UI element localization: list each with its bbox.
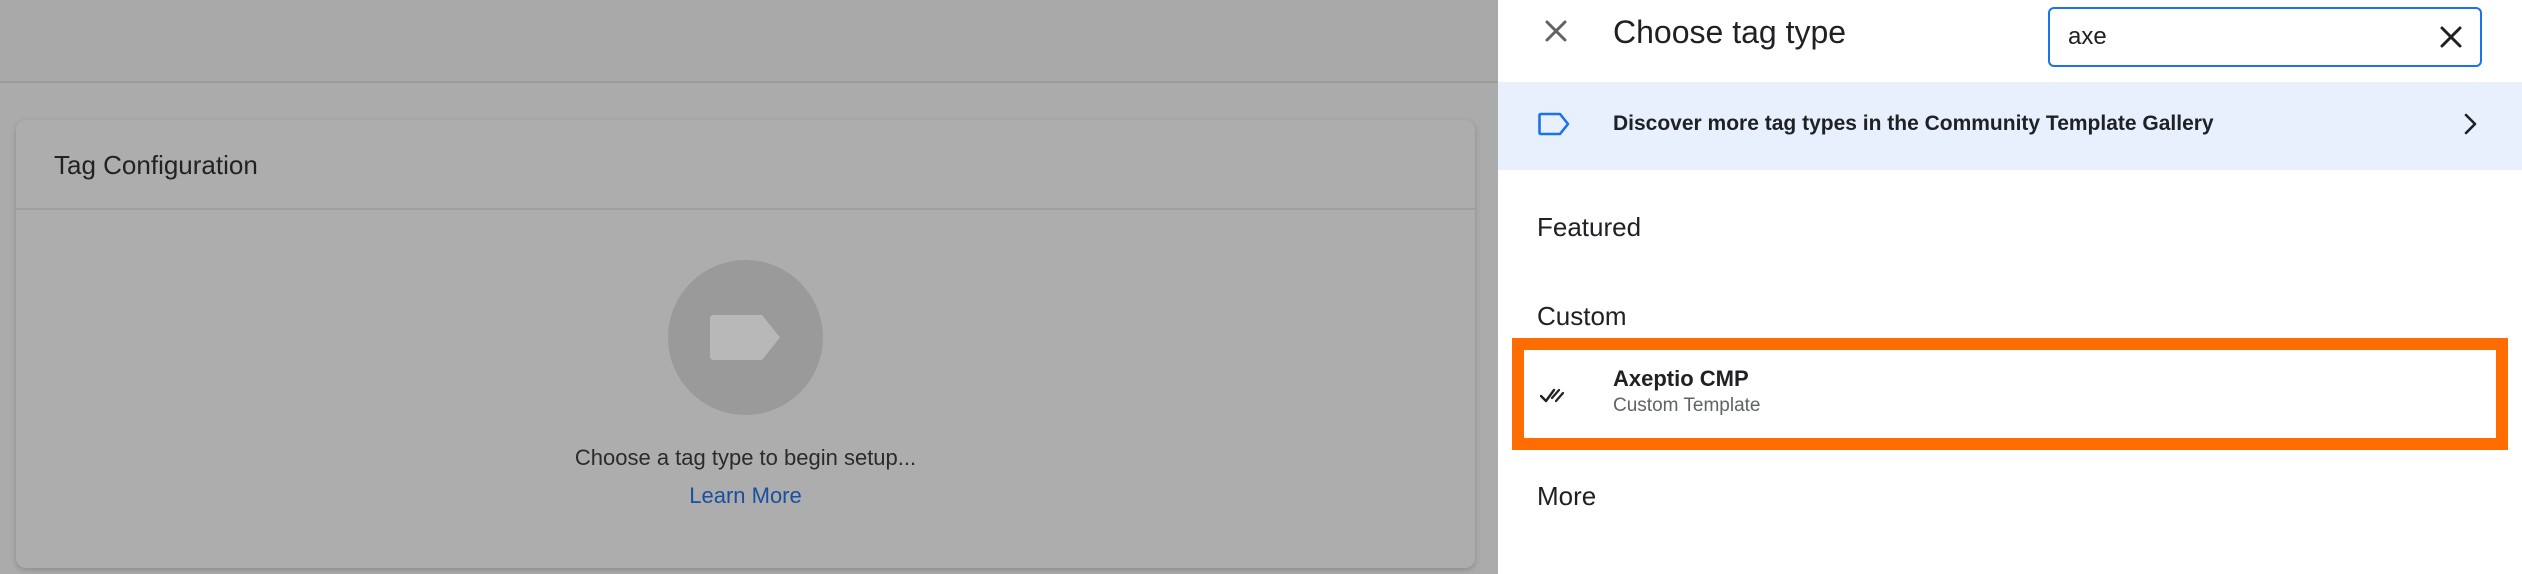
clear-search-icon xyxy=(2440,26,2462,48)
result-title: Axeptio CMP xyxy=(1613,366,1749,391)
community-banner-text: Discover more tag types in the Community… xyxy=(1613,112,2214,135)
section-heading-more: More xyxy=(1537,481,1597,511)
tag-type-placeholder[interactable] xyxy=(668,260,823,415)
search-input[interactable] xyxy=(2068,19,2398,55)
tag-configuration-card[interactable]: Tag Configuration Choose a tag type to b… xyxy=(16,120,1475,568)
learn-more-link[interactable]: Learn More xyxy=(16,483,1475,509)
section-heading-custom: Custom xyxy=(1537,301,1627,331)
section-heading-featured: Featured xyxy=(1537,212,1642,242)
chevron-right-icon xyxy=(2464,113,2477,135)
choose-tag-type-drawer: Choose tag type Discover more tag types … xyxy=(1498,0,2522,574)
drawer-title: Choose tag type xyxy=(1613,14,1847,50)
tag-configuration-title: Tag Configuration xyxy=(54,150,258,180)
tag-outline-icon xyxy=(1538,112,1570,136)
page-background: Tag Configuration Choose a tag type to b… xyxy=(0,0,1498,574)
card-divider xyxy=(16,208,1475,210)
drawer-header: Choose tag type xyxy=(1498,0,2522,82)
result-subtitle: Custom Template xyxy=(1613,395,1761,416)
close-icon xyxy=(1545,20,1567,42)
top-bar xyxy=(0,0,1498,83)
tag-type-result-item[interactable]: Axeptio CMP Custom Template xyxy=(1524,350,2496,438)
setup-hint: Choose a tag type to begin setup... xyxy=(574,445,917,470)
community-template-gallery-banner[interactable]: Discover more tag types in the Community… xyxy=(1498,82,2522,170)
axeptio-check-icon xyxy=(1540,388,1565,403)
search-box[interactable] xyxy=(2048,7,2482,67)
clear-search-button[interactable] xyxy=(2436,22,2466,52)
tag-icon xyxy=(710,315,780,360)
close-button[interactable] xyxy=(1538,13,1574,49)
